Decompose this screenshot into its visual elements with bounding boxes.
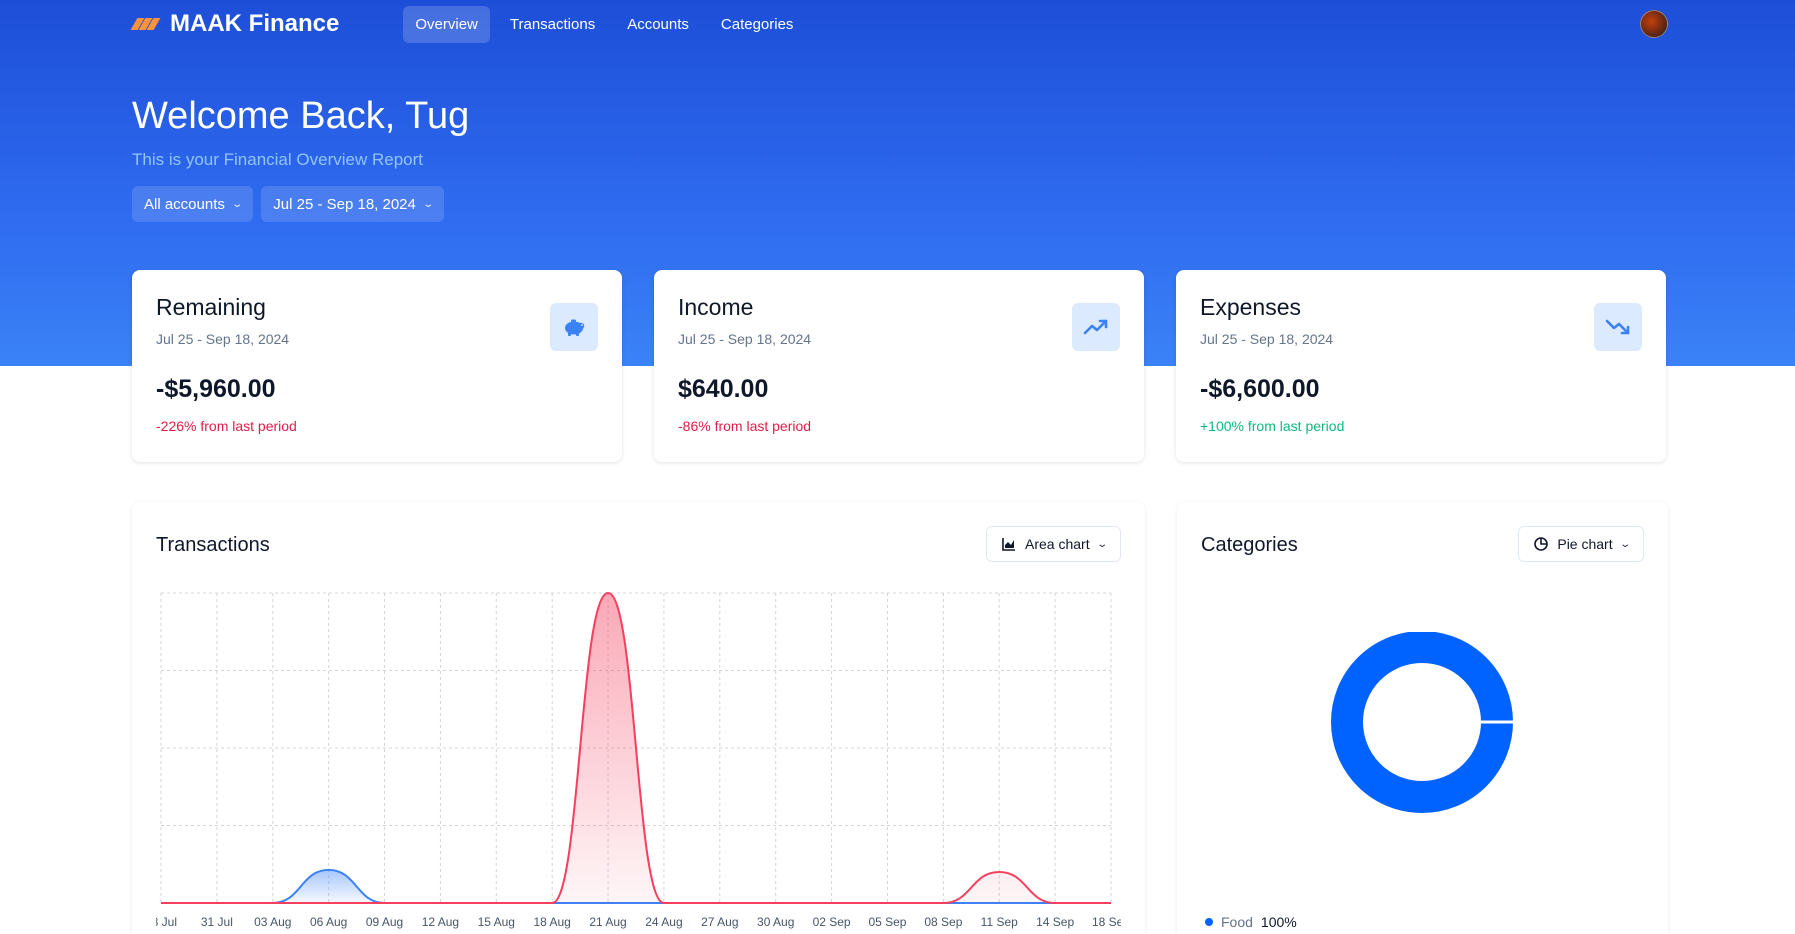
card-amount: -$5,960.00 bbox=[156, 375, 276, 403]
main-nav: Overview Transactions Accounts Categorie… bbox=[403, 5, 806, 43]
remaining-card: Remaining Jul 25 - Sep 18, 2024 -$5,960.… bbox=[132, 270, 622, 462]
transactions-panel-title: Transactions bbox=[156, 534, 270, 556]
filter-bar: All accounts ⌄ Jul 25 - Sep 18, 2024 ⌄ bbox=[132, 186, 445, 222]
summary-cards: Remaining Jul 25 - Sep 18, 2024 -$5,960.… bbox=[132, 270, 1666, 462]
categories-panel: Categories Pie chart ⌄ Food 100% bbox=[1177, 502, 1668, 934]
card-change: -86% from last period bbox=[678, 418, 812, 434]
x-tick-label: 06 Aug bbox=[310, 915, 347, 929]
card-title: Income bbox=[678, 294, 754, 320]
categories-pie-chart bbox=[1331, 632, 1514, 813]
card-date-range: Jul 25 - Sep 18, 2024 bbox=[156, 331, 290, 347]
chart-type-select[interactable]: Area chart ⌄ bbox=[986, 526, 1121, 562]
card-title: Expenses bbox=[1200, 294, 1302, 320]
x-tick-label: 21 Aug bbox=[589, 915, 626, 929]
transactions-area-chart: 28 Jul 31 Jul 03 Aug 06 Aug 09 Aug 12 Aug 15 A… bbox=[156, 591, 1121, 929]
piggy-bank-icon bbox=[550, 303, 598, 351]
nav-overview[interactable]: Overview bbox=[403, 5, 490, 43]
x-tick-label: 30 Aug bbox=[757, 915, 794, 929]
x-tick-label: 02 Sep bbox=[813, 915, 851, 929]
card-date-range: Jul 25 - Sep 18, 2024 bbox=[1200, 331, 1334, 347]
x-tick-label: 09 Aug bbox=[366, 915, 403, 929]
x-tick-label: 11 Sep bbox=[981, 915, 1018, 929]
x-tick-label: 12 Aug bbox=[422, 915, 459, 929]
trending-up-icon bbox=[1072, 303, 1120, 351]
logo-icon bbox=[130, 17, 161, 31]
date-range-label: Jul 25 - Sep 18, 2024 bbox=[273, 195, 416, 213]
x-tick-label: 05 Sep bbox=[868, 915, 906, 929]
card-change: -226% from last period bbox=[156, 418, 297, 434]
card-title: Remaining bbox=[156, 294, 266, 320]
brand-logo[interactable]: MAAK Finance bbox=[130, 10, 340, 38]
brand-name: MAAK Finance bbox=[170, 10, 340, 37]
legend-category: Food bbox=[1221, 914, 1253, 930]
x-tick-label: 14 Sep bbox=[1036, 915, 1074, 929]
category-chart-type-label: Pie chart bbox=[1557, 536, 1613, 552]
expenses-card: Expenses Jul 25 - Sep 18, 2024 -$6,600.0… bbox=[1176, 270, 1666, 462]
trending-down-icon bbox=[1594, 303, 1642, 351]
chevron-down-icon: ⌄ bbox=[1618, 538, 1631, 550]
nav-accounts[interactable]: Accounts bbox=[615, 6, 701, 43]
top-navigation: MAAK Finance Overview Transactions Accou… bbox=[130, 0, 1668, 48]
card-amount: $640.00 bbox=[678, 375, 769, 403]
x-tick-label: 18 Aug bbox=[533, 915, 570, 929]
chevron-down-icon: ⌄ bbox=[422, 198, 434, 210]
legend-value: 100% bbox=[1260, 914, 1297, 930]
page-subtitle: This is your Financial Overview Report bbox=[132, 150, 423, 169]
area-chart-icon bbox=[1002, 538, 1016, 551]
account-filter-select[interactable]: All accounts ⌄ bbox=[132, 186, 254, 222]
categories-panel-title: Categories bbox=[1201, 534, 1298, 556]
chevron-down-icon: ⌄ bbox=[1095, 538, 1108, 550]
pie-slice-food bbox=[1331, 632, 1513, 813]
income-card: Income Jul 25 - Sep 18, 2024 $640.00 -86… bbox=[654, 270, 1144, 462]
user-avatar[interactable] bbox=[1640, 10, 1668, 38]
x-tick-label: 15 Aug bbox=[478, 915, 515, 929]
card-amount: -$6,600.00 bbox=[1200, 375, 1320, 403]
x-tick-label: 18 Sep bbox=[1092, 915, 1121, 929]
nav-transactions[interactable]: Transactions bbox=[498, 6, 607, 43]
pie-legend: Food 100% bbox=[1205, 914, 1297, 930]
date-range-picker[interactable]: Jul 25 - Sep 18, 2024 ⌄ bbox=[261, 186, 445, 222]
account-filter-label: All accounts bbox=[144, 195, 225, 213]
nav-categories[interactable]: Categories bbox=[709, 6, 806, 43]
chevron-down-icon: ⌄ bbox=[231, 198, 243, 210]
x-tick-label: 08 Sep bbox=[924, 915, 962, 929]
category-chart-type-select[interactable]: Pie chart ⌄ bbox=[1518, 526, 1644, 562]
card-change: +100% from last period bbox=[1200, 418, 1345, 434]
x-tick-label: 31 Jul bbox=[201, 915, 233, 929]
legend-dot bbox=[1205, 918, 1213, 926]
page-title: Welcome Back, Tug bbox=[132, 95, 470, 137]
card-date-range: Jul 25 - Sep 18, 2024 bbox=[678, 331, 812, 347]
x-tick-label: 27 Aug bbox=[701, 915, 738, 929]
transactions-panel: Transactions Area chart ⌄ 28 Jul 31 Jul 03… bbox=[132, 502, 1145, 934]
pie-chart-icon bbox=[1534, 537, 1549, 551]
x-tick-label: 28 Jul bbox=[156, 915, 177, 929]
chart-type-label: Area chart bbox=[1025, 536, 1090, 552]
x-tick-label: 24 Aug bbox=[645, 915, 682, 929]
x-tick-label: 03 Aug bbox=[254, 915, 291, 929]
